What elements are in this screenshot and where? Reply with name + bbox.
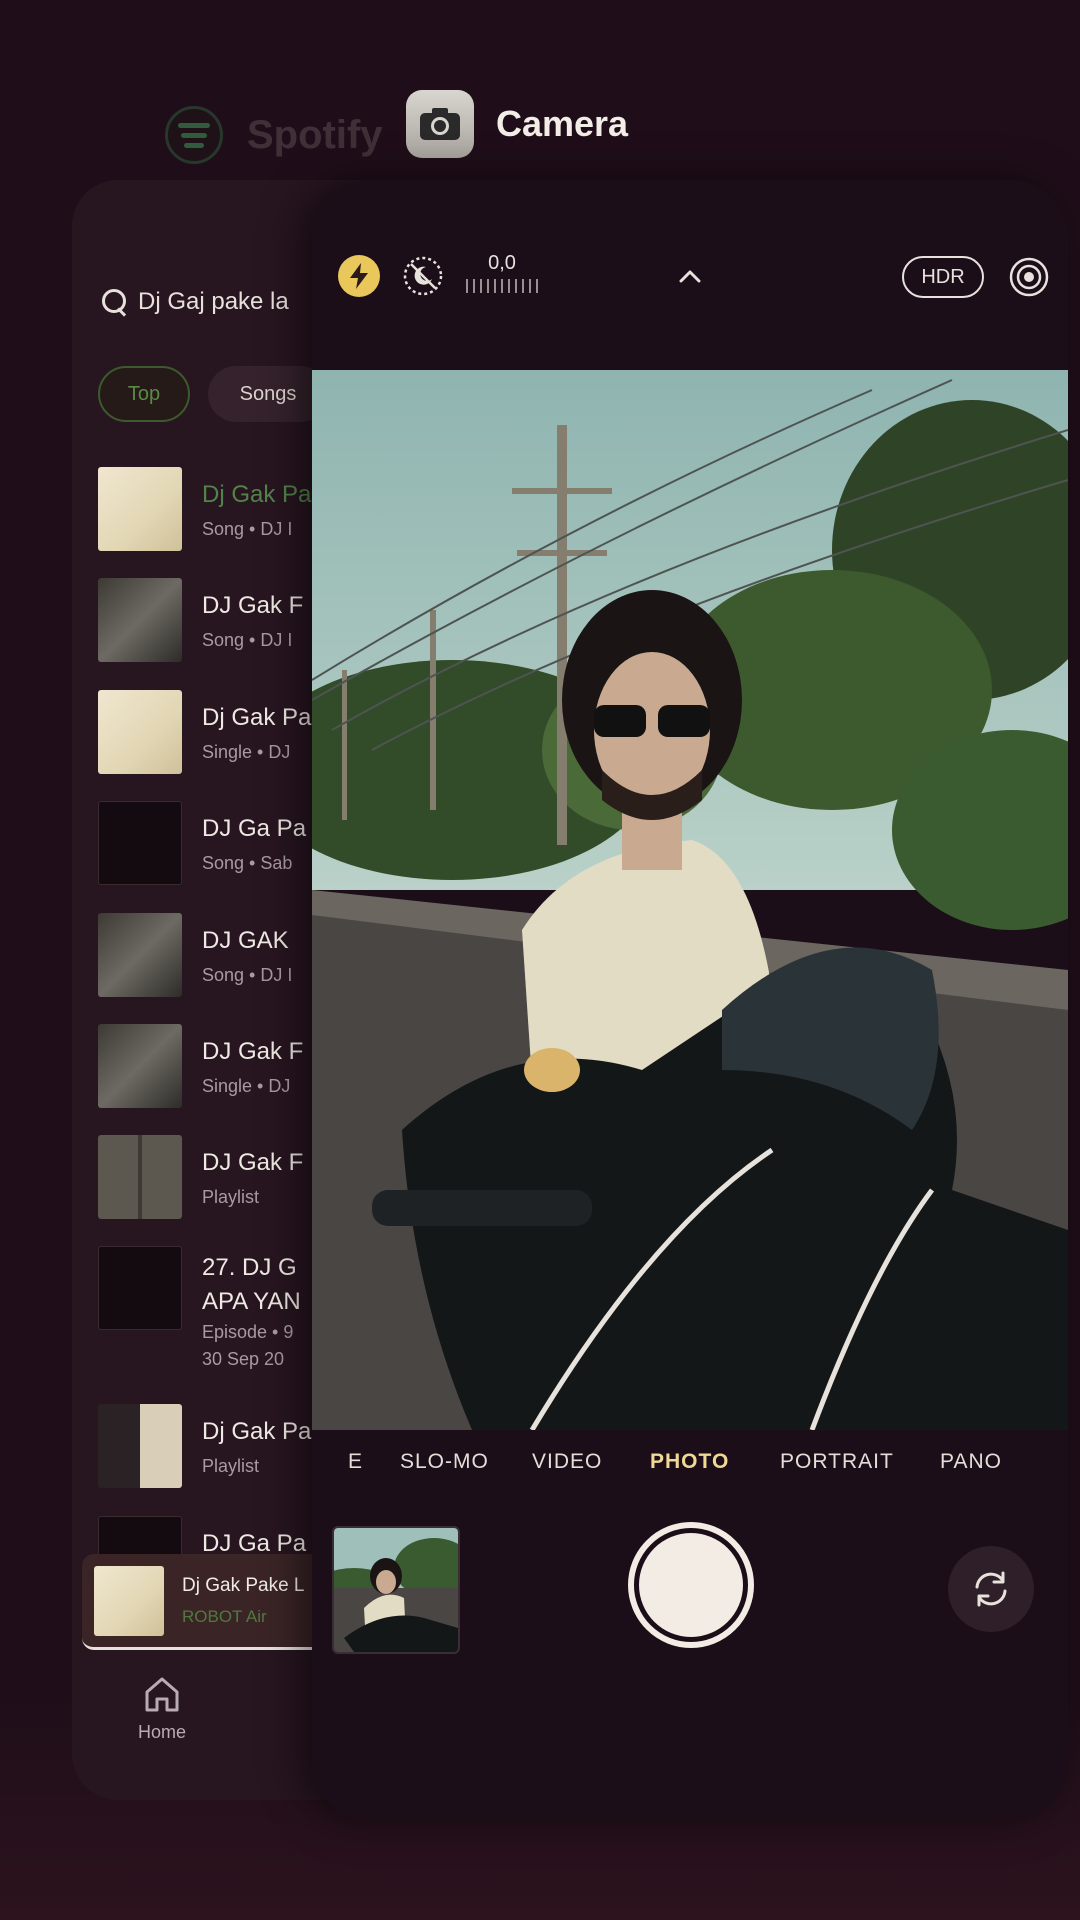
result-title: 27. DJ G [202, 1254, 297, 1281]
home-label: Home [137, 1722, 186, 1742]
result-subtitle: Single • DJ [202, 742, 291, 762]
result-artwork [98, 1135, 182, 1219]
result-title: DJ Ga Pa [202, 815, 307, 842]
live-photo-button[interactable] [1008, 256, 1050, 298]
mini-player-title: Dj Gak Pake L [182, 1574, 305, 1596]
chip-top[interactable]: Top [98, 366, 190, 422]
result-title: Dj Gak Pa [202, 704, 312, 731]
shutter-button[interactable] [628, 1522, 754, 1648]
mini-player-artist: ROBOT Air [182, 1606, 267, 1626]
spotify-app-header[interactable]: Spotify [165, 106, 383, 164]
hdr-button[interactable]: HDR [902, 256, 984, 298]
result-title: DJ Gak F [202, 1149, 304, 1176]
spotify-app-title: Spotify [247, 112, 383, 157]
mode-photo[interactable]: PHOTO [650, 1450, 729, 1474]
result-subtitle: Episode • 9 [202, 1322, 294, 1342]
last-photo-preview [334, 1528, 458, 1652]
night-mode-off-button[interactable] [402, 255, 444, 297]
mode-slo-mo[interactable]: SLO-MO [400, 1450, 489, 1474]
result-title: Dj Gak Pa [202, 1418, 312, 1445]
nav-home[interactable]: Home [112, 1674, 212, 1743]
result-artwork [98, 578, 182, 662]
chevron-up-icon [679, 270, 701, 283]
result-subtitle: Song • Sab [202, 853, 293, 873]
shutter-button-inner [639, 1533, 743, 1637]
result-item[interactable]: Dj Gak Pa Playlist [98, 1404, 311, 1488]
spotify-logo-icon [165, 106, 223, 164]
result-title: DJ GAK [202, 927, 289, 954]
result-artwork [98, 801, 182, 885]
mode-video[interactable]: VIDEO [532, 1450, 602, 1474]
home-icon [145, 1677, 179, 1712]
camera-viewfinder[interactable] [312, 370, 1068, 1430]
search-icon [102, 289, 128, 315]
mode-portrait[interactable]: PORTRAIT [780, 1450, 894, 1474]
result-item[interactable]: Dj Gak Pa Single • DJ [98, 690, 311, 774]
result-item[interactable]: DJ GAK Song • DJ I [98, 913, 292, 997]
flash-icon [350, 263, 368, 289]
live-photo-icon [1009, 257, 1049, 297]
flip-camera-icon [975, 1571, 1007, 1607]
result-title-line2: APA YAN [202, 1288, 301, 1315]
mode-selector[interactable]: E SLO-MO VIDEO PHOTO PORTRAIT PANO [312, 1450, 1068, 1494]
result-date: 30 Sep 20 [202, 1349, 285, 1369]
mode-time-lapse[interactable]: E [348, 1450, 363, 1474]
result-artwork [98, 1246, 182, 1330]
result-title: Dj Gak Pa [202, 481, 312, 508]
night-mode-off-icon [403, 256, 443, 296]
exposure-value: 0,0 [488, 252, 516, 274]
mode-pano[interactable]: PANO [940, 1450, 1002, 1474]
last-photo-thumbnail[interactable] [332, 1526, 460, 1654]
result-subtitle: Song • DJ I [202, 965, 293, 985]
flip-camera-button[interactable] [948, 1546, 1034, 1632]
camera-app-icon [406, 90, 474, 158]
result-artwork [98, 1404, 182, 1488]
camera-app-header[interactable]: Camera [406, 90, 628, 158]
result-item[interactable]: Dj Gak Pa Song • DJ I [98, 467, 311, 551]
result-artwork [98, 1024, 182, 1108]
result-item[interactable]: DJ Ga Pa Song • Sab [98, 801, 306, 885]
result-item[interactable]: 27. DJ G APA YAN Episode • 9 30 Sep 20 [98, 1246, 301, 1369]
viewfinder-scene [312, 370, 1068, 1430]
result-subtitle: Song • DJ I [202, 630, 293, 650]
camera-top-controls: 0,0 HDR [312, 180, 1068, 370]
search-bar[interactable]: Dj Gaj pake la [102, 288, 289, 316]
result-subtitle: Playlist [202, 1187, 260, 1207]
exposure-ticks [466, 279, 538, 293]
result-subtitle: Single • DJ [202, 1076, 291, 1096]
result-title: DJ Gak F [202, 592, 304, 619]
result-title: DJ Gak F [202, 1038, 304, 1065]
result-item[interactable]: DJ Gak F Song • DJ I [98, 578, 303, 662]
camera-app-card[interactable]: 0,0 HDR E SLO-MO VIDEO PHOTO PORTRAIT PA… [312, 180, 1068, 1820]
result-artwork [98, 913, 182, 997]
result-artwork [98, 690, 182, 774]
result-subtitle: Song • DJ I [202, 519, 293, 539]
hdr-label: HDR [921, 265, 965, 288]
result-subtitle: Playlist [202, 1456, 260, 1476]
controls-toggle-button[interactable] [670, 256, 710, 296]
result-item[interactable]: DJ Gak F Single • DJ [98, 1024, 303, 1108]
result-artwork [98, 467, 182, 551]
mini-player-artwork [94, 1565, 164, 1636]
result-item[interactable]: DJ Gak F Playlist [98, 1135, 303, 1219]
search-query: Dj Gaj pake la [138, 288, 289, 315]
chip-songs[interactable]: Songs [208, 366, 328, 422]
flash-button[interactable] [338, 255, 380, 297]
camera-app-title: Camera [496, 103, 629, 144]
exposure-control[interactable]: 0,0 [466, 252, 538, 293]
